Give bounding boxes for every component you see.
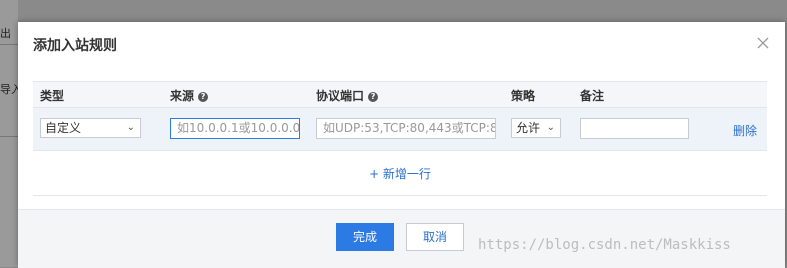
- watermark: https://blog.csdn.net/Maskkiss: [478, 237, 731, 253]
- policy-select[interactable]: 允许 ⌄: [511, 118, 561, 138]
- port-input[interactable]: 如UDP:53,TCP:80,443或TCP:80: [316, 118, 496, 139]
- table-header: 类型 来源? 协议端口? 策略 备注: [33, 81, 767, 108]
- add-inbound-rule-dialog: 添加入站规则 类型 来源? 协议端口? 策略 备注 自定义 ⌄ 如10.0.0.…: [18, 22, 785, 268]
- header-source: 来源?: [170, 87, 209, 104]
- type-select[interactable]: 自定义 ⌄: [40, 118, 141, 138]
- header-port-label: 协议端口: [316, 89, 365, 103]
- type-select-value: 自定义: [45, 121, 82, 135]
- header-source-label: 来源: [170, 89, 195, 103]
- delete-row-button[interactable]: 删除: [733, 122, 757, 139]
- close-icon[interactable]: [755, 35, 771, 51]
- add-row-area: + 新增一行: [33, 151, 767, 196]
- help-icon[interactable]: ?: [198, 92, 209, 102]
- background-fragment: 出: [0, 27, 11, 40]
- background-divider: [0, 44, 18, 45]
- background-divider: [0, 136, 18, 137]
- chevron-down-icon: ⌄: [546, 122, 555, 133]
- policy-select-value: 允许: [516, 121, 541, 135]
- confirm-button[interactable]: 完成: [336, 223, 394, 251]
- source-input[interactable]: 如10.0.0.1或10.0.0.0/: [170, 118, 300, 139]
- dialog-title: 添加入站规则: [33, 38, 117, 54]
- header-note: 备注: [580, 89, 605, 103]
- rule-table: 类型 来源? 协议端口? 策略 备注 自定义 ⌄ 如10.0.0.1或10.0.…: [33, 81, 767, 196]
- table-row: 自定义 ⌄ 如10.0.0.1或10.0.0.0/ 如UDP:53,TCP:80…: [33, 108, 767, 151]
- note-input[interactable]: [580, 118, 689, 139]
- header-port: 协议端口?: [316, 87, 379, 104]
- cancel-button[interactable]: 取消: [406, 223, 464, 251]
- chevron-down-icon: ⌄: [126, 122, 135, 133]
- header-type: 类型: [40, 89, 65, 103]
- add-row-button[interactable]: + 新增一行: [33, 165, 767, 182]
- help-icon[interactable]: ?: [368, 92, 379, 102]
- header-policy: 策略: [511, 89, 536, 103]
